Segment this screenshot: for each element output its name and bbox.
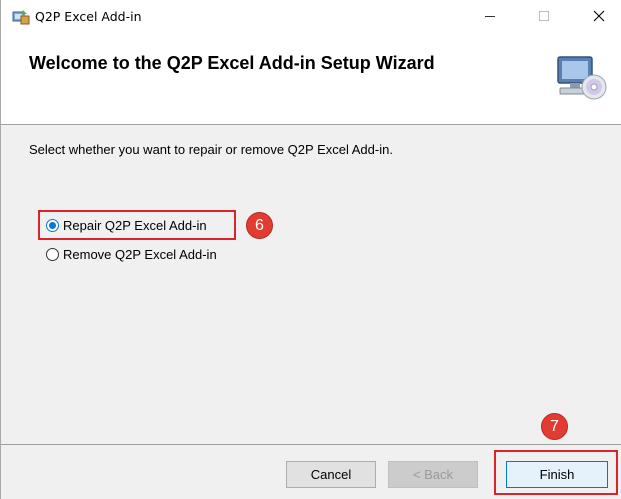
computer-disc-icon	[557, 56, 607, 100]
step-7-badge: 7	[541, 413, 568, 440]
remove-option-label: Remove Q2P Excel Add-in	[63, 247, 217, 262]
page-title: Welcome to the Q2P Excel Add-in Setup Wi…	[29, 53, 435, 73]
setup-wizard-window: Q2P Excel Add-in Welcome to the Q2P Exce…	[0, 0, 621, 499]
title-bar[interactable]: Q2P Excel Add-in	[1, 0, 621, 32]
maximize-icon	[539, 11, 549, 21]
remove-radio[interactable]	[46, 248, 59, 261]
wizard-banner: Welcome to the Q2P Excel Add-in Setup Wi…	[1, 32, 621, 125]
repair-radio[interactable]	[46, 219, 59, 232]
minimize-icon	[485, 15, 495, 17]
maximize-button[interactable]	[521, 0, 567, 32]
back-button[interactable]: < Back	[388, 461, 478, 488]
finish-button[interactable]: Finish	[506, 461, 608, 488]
footer-divider	[1, 444, 621, 445]
window-title: Q2P Excel Add-in	[35, 9, 142, 24]
repair-option-label: Repair Q2P Excel Add-in	[63, 218, 207, 233]
step-6-badge: 6	[246, 212, 273, 239]
instruction-text: Select whether you want to repair or rem…	[29, 142, 393, 157]
close-button[interactable]	[576, 0, 621, 32]
installer-icon	[12, 10, 30, 25]
minimize-button[interactable]	[467, 0, 513, 32]
cancel-button[interactable]: Cancel	[286, 461, 376, 488]
repair-option[interactable]: Repair Q2P Excel Add-in	[46, 218, 207, 233]
close-icon	[593, 10, 605, 22]
remove-option[interactable]: Remove Q2P Excel Add-in	[46, 247, 217, 262]
